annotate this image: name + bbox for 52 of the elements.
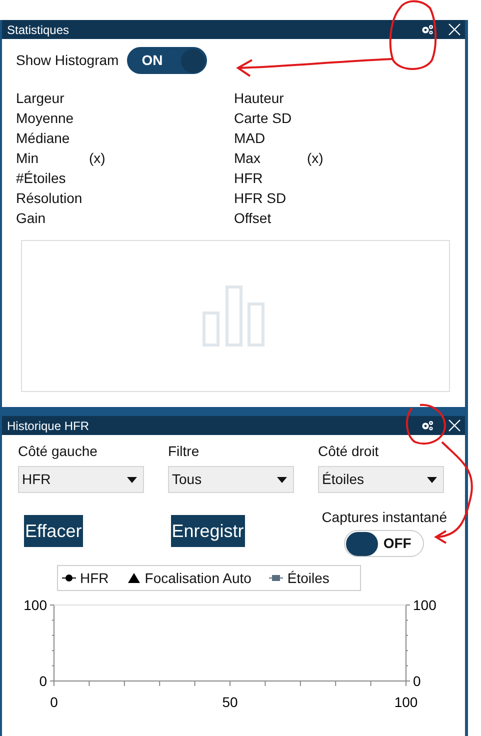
stat-label: Hauteur	[234, 89, 285, 108]
legend-label: Étoiles	[287, 568, 330, 588]
dropdown[interactable]: HFR	[18, 466, 144, 493]
tick-label: 50	[222, 694, 238, 710]
legend-marker-icon	[269, 572, 284, 584]
stat-label: Min	[16, 149, 40, 168]
tick-label: 0	[50, 694, 58, 710]
stat-label: Largeur	[16, 89, 66, 108]
tick-label: 0	[413, 673, 421, 689]
stat-label: Résolution	[16, 189, 84, 208]
stat-label: #Étoiles	[16, 169, 67, 188]
stat-label: MAD	[234, 129, 266, 148]
stat-label: Max	[234, 149, 262, 168]
caret-icon	[127, 476, 137, 482]
circle-annotation	[406, 404, 446, 445]
dropdown-label: Côté gauche	[18, 442, 98, 461]
toggle-label: Captures instantané	[322, 508, 447, 527]
action-button[interactable]: Enregistr	[170, 515, 245, 547]
dropdown[interactable]: Tous	[168, 466, 294, 493]
settings-icon[interactable]	[421, 420, 434, 431]
action-button[interactable]: Effacer	[24, 515, 83, 547]
toggle-label: Show Histogram	[16, 51, 119, 70]
tick-label: 100	[413, 597, 436, 613]
caret-icon	[427, 476, 437, 482]
stat-label: Carte SD	[234, 109, 293, 128]
tick-label: 100	[394, 694, 418, 710]
stat-label: Gain	[16, 209, 47, 228]
dropdown[interactable]: Étoiles	[318, 466, 444, 493]
stat-label: HFR	[234, 169, 264, 188]
stat-label: Médiane	[16, 129, 71, 148]
stat-label: HFR SD	[234, 189, 288, 208]
circle-annotation	[389, 0, 437, 70]
toggle-switch[interactable]: ON	[126, 47, 207, 74]
tick-label: 100	[24, 597, 47, 613]
stat-unit: (x)	[89, 149, 106, 168]
settings-icon[interactable]	[421, 24, 434, 35]
toggle-switch[interactable]: OFF	[344, 530, 424, 557]
stat-label: Moyenne	[16, 109, 75, 128]
tick-label: 0	[39, 673, 47, 689]
dropdown-label: Côté droit	[318, 442, 380, 461]
panel-title: Statistiques	[7, 22, 70, 38]
close-icon[interactable]	[448, 23, 461, 36]
legend-marker-icon	[126, 572, 141, 584]
stat-label: Offset	[234, 209, 272, 228]
caret-icon	[277, 476, 287, 482]
close-icon[interactable]	[448, 419, 461, 432]
stat-unit: (x)	[307, 149, 324, 168]
legend-marker-icon	[62, 572, 76, 584]
legend-label: HFR	[80, 568, 109, 588]
panel-title: Historique HFR	[7, 418, 90, 434]
legend-label: Focalisation Auto	[144, 568, 252, 588]
dropdown-label: Filtre	[168, 442, 200, 461]
